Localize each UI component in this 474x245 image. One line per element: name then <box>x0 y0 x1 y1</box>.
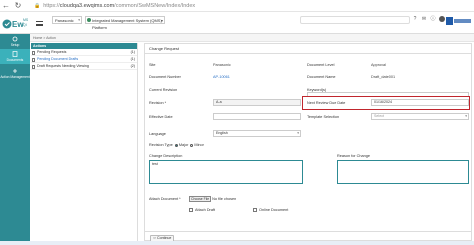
app-header: Ew MS QI Panasonic Integrated Management… <box>0 12 474 34</box>
platform-dot-icon <box>87 18 91 22</box>
doc-level-label: Document Level <box>307 63 335 67</box>
document-icon <box>32 50 35 55</box>
sidebar: Setup Documents Action Management <box>0 34 30 245</box>
ewqims-logo: Ew MS QI <box>2 18 29 29</box>
continue-label: Continue <box>157 236 172 240</box>
sidebar-item-action-management[interactable]: Action Management <box>0 64 30 82</box>
gear-icon <box>12 36 18 42</box>
url-prefix: https:// <box>43 2 60 9</box>
document-icon <box>32 57 35 62</box>
action-count: (2) <box>130 64 135 68</box>
action-item-pending-drafts[interactable]: Pending Document Drafts (1) <box>31 56 137 63</box>
choose-file-button[interactable]: Choose File <box>189 196 212 202</box>
template-select[interactable]: Select <box>371 113 469 120</box>
info-icon[interactable]: ⓘ <box>430 16 436 22</box>
document-icon <box>12 51 18 57</box>
minor-label: Minor <box>194 143 204 147</box>
change-desc-label: Change Description <box>149 154 183 158</box>
lock-icon: 🔒 <box>34 2 41 9</box>
doc-number-label: Document Number <box>149 75 181 79</box>
revision-type-label: Revision Type Major Minor <box>149 143 204 147</box>
effective-date-label: Effective Date <box>149 115 173 119</box>
template-label: Template Selection <box>307 115 340 119</box>
revision-input[interactable]: A-a <box>213 99 301 106</box>
svg-text:QI: QI <box>23 23 27 27</box>
doc-level-value: Approval <box>371 63 386 67</box>
action-label: Pending Document Drafts <box>37 57 79 61</box>
url-host: cloudqa3.ewqims.com <box>59 2 115 9</box>
doc-name-value: Draft_date001 <box>371 75 396 79</box>
current-revision-label: Current Revision <box>149 88 178 92</box>
doc-name-label: Document Name <box>307 75 336 79</box>
continue-icon: ⇨ <box>153 236 157 240</box>
brand-logo <box>446 17 471 25</box>
url-path: /common/SwMSNew/Index/Index <box>114 2 196 9</box>
action-label: Pending Requests <box>37 50 67 54</box>
template-placeholder: Select <box>374 114 384 118</box>
notification-icon[interactable]: ✉ <box>421 16 427 22</box>
sidebar-item-documents[interactable]: Documents <box>0 49 30 64</box>
form-divider <box>145 231 471 232</box>
change-request-form: Change Request Site Panasonic Document L… <box>144 43 472 242</box>
sidebar-item-setup[interactable]: Setup <box>0 34 30 49</box>
taskbar <box>0 241 474 245</box>
sidebar-item-label: Documents <box>6 58 24 62</box>
platform-select[interactable]: Integrated Management System (QMS) Platf… <box>85 16 165 30</box>
doc-number-link[interactable]: AP-10061 <box>213 75 230 79</box>
revision-type-text: Revision Type <box>149 143 173 147</box>
change-desc-textarea[interactable]: test <box>149 160 303 184</box>
menu-icon[interactable] <box>36 21 43 26</box>
language-select[interactable]: English <box>213 130 301 137</box>
svg-text:MS: MS <box>23 18 29 22</box>
sidebar-item-label: Action Management <box>0 74 30 79</box>
refresh-icon[interactable]: ↻ <box>12 0 24 12</box>
highlight-box <box>302 96 470 110</box>
attach-label: Attach Document * <box>149 197 181 201</box>
back-icon[interactable]: ← <box>0 0 12 12</box>
minor-radio[interactable] <box>190 143 194 147</box>
breadcrumb: Home > Action <box>30 34 474 42</box>
reason-textarea[interactable] <box>337 160 469 184</box>
browser-toolbar: ← ↻ 🔒 https://cloudqa3.ewqims.com/common… <box>0 0 474 12</box>
action-count: (1) <box>130 57 135 61</box>
action-item-pending-requests[interactable]: Pending Requests (1) <box>31 49 137 56</box>
no-file-text: No file chosen <box>212 197 237 201</box>
reason-label: Reason for Change <box>337 154 370 158</box>
search-input[interactable] <box>300 16 410 24</box>
site-value: Panasonic <box>213 63 231 67</box>
online-document-checkbox[interactable] <box>253 208 257 212</box>
major-label: Major <box>178 143 189 147</box>
document-icon <box>32 64 35 69</box>
platform-label: Integrated Management System (QMS) Platf… <box>92 18 162 30</box>
site-label: Site <box>149 63 156 67</box>
attach-draft-checkbox[interactable] <box>189 208 193 212</box>
file-picker: Choose File No file chosen <box>189 196 236 202</box>
language-label: Language <box>149 132 166 136</box>
attach-draft-label: Attach Draft <box>195 208 216 212</box>
address-bar[interactable]: 🔒 https://cloudqa3.ewqims.com/common/SwM… <box>34 3 195 9</box>
header-icons: ? ✉ ⓘ <box>412 16 445 22</box>
online-document-label: Online Document <box>259 208 289 212</box>
form-title: Change Request <box>145 44 471 54</box>
action-icon <box>13 68 17 73</box>
sidebar-item-label: Setup <box>10 43 20 47</box>
effective-date-input[interactable] <box>213 113 301 120</box>
action-item-draft-requests[interactable]: Draft Requests Needing Viewing (2) <box>31 63 137 70</box>
action-count: (1) <box>130 50 135 54</box>
revision-label: Revision * <box>149 101 167 105</box>
major-radio[interactable] <box>174 143 178 147</box>
action-label: Draft Requests Needing Viewing <box>37 64 89 68</box>
avatar[interactable] <box>439 16 445 22</box>
org-select[interactable]: Panasonic <box>52 16 82 24</box>
help-icon[interactable]: ? <box>412 16 418 22</box>
actions-panel: Actions Pending Requests (1) Pending Doc… <box>31 43 138 243</box>
